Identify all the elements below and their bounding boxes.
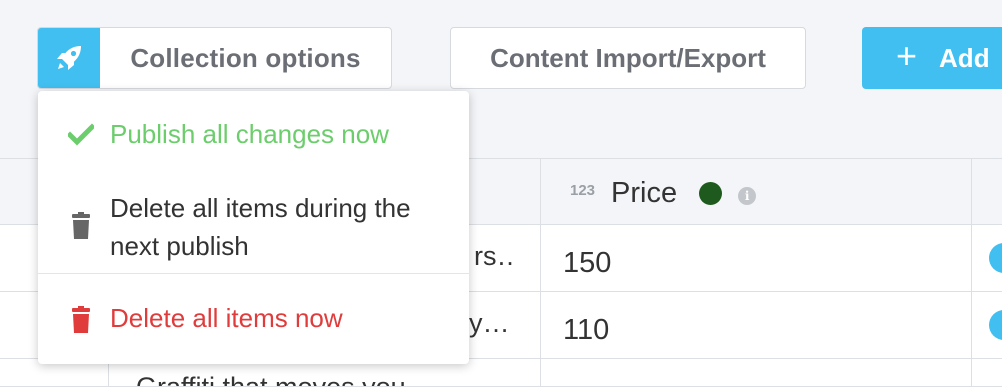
check-icon bbox=[66, 122, 96, 148]
row-action-indicator[interactable] bbox=[989, 243, 1002, 273]
menu-item-label: Delete all items now bbox=[110, 303, 343, 333]
name-cell: Graffiti that moves you bbox=[136, 372, 406, 386]
price-cell: 150 bbox=[563, 247, 612, 279]
collection-options-button[interactable]: Collection options bbox=[37, 27, 392, 89]
row-action-indicator[interactable] bbox=[989, 310, 1002, 340]
status-dot bbox=[699, 182, 723, 205]
menu-item-publish-all[interactable]: Publish all changes now bbox=[38, 115, 469, 155]
trash-icon bbox=[68, 306, 94, 333]
name-cell: y… bbox=[469, 308, 510, 338]
price-column-title: Price bbox=[611, 177, 678, 209]
menu-divider bbox=[38, 273, 469, 274]
collection-options-menu: Publish all changes now Delete all items… bbox=[38, 91, 469, 364]
menu-item-delete-next-publish[interactable]: Delete all items during the next publish bbox=[38, 189, 469, 269]
content-import-export-button[interactable]: Content Import/Export bbox=[450, 27, 806, 89]
add-button[interactable]: + Add bbox=[862, 27, 1002, 89]
collection-options-label: Collection options bbox=[130, 42, 361, 73]
trash-icon bbox=[68, 212, 94, 239]
rocket-icon bbox=[38, 28, 100, 88]
menu-item-delete-all-now[interactable]: Delete all items now bbox=[38, 299, 469, 339]
plus-icon: + bbox=[896, 35, 918, 76]
column-divider bbox=[971, 158, 972, 387]
name-cell: rs… bbox=[474, 241, 514, 271]
info-icon[interactable]: i bbox=[738, 186, 757, 205]
add-label: Add bbox=[939, 42, 990, 73]
price-cell: 110 bbox=[563, 314, 610, 346]
menu-item-label: Delete all items during the next publish bbox=[110, 193, 411, 261]
column-divider bbox=[540, 158, 541, 387]
price-column-header[interactable]: 123 Price i bbox=[570, 177, 757, 210]
menu-item-label: Publish all changes now bbox=[110, 119, 389, 149]
number-type-badge: 123 bbox=[570, 182, 596, 199]
